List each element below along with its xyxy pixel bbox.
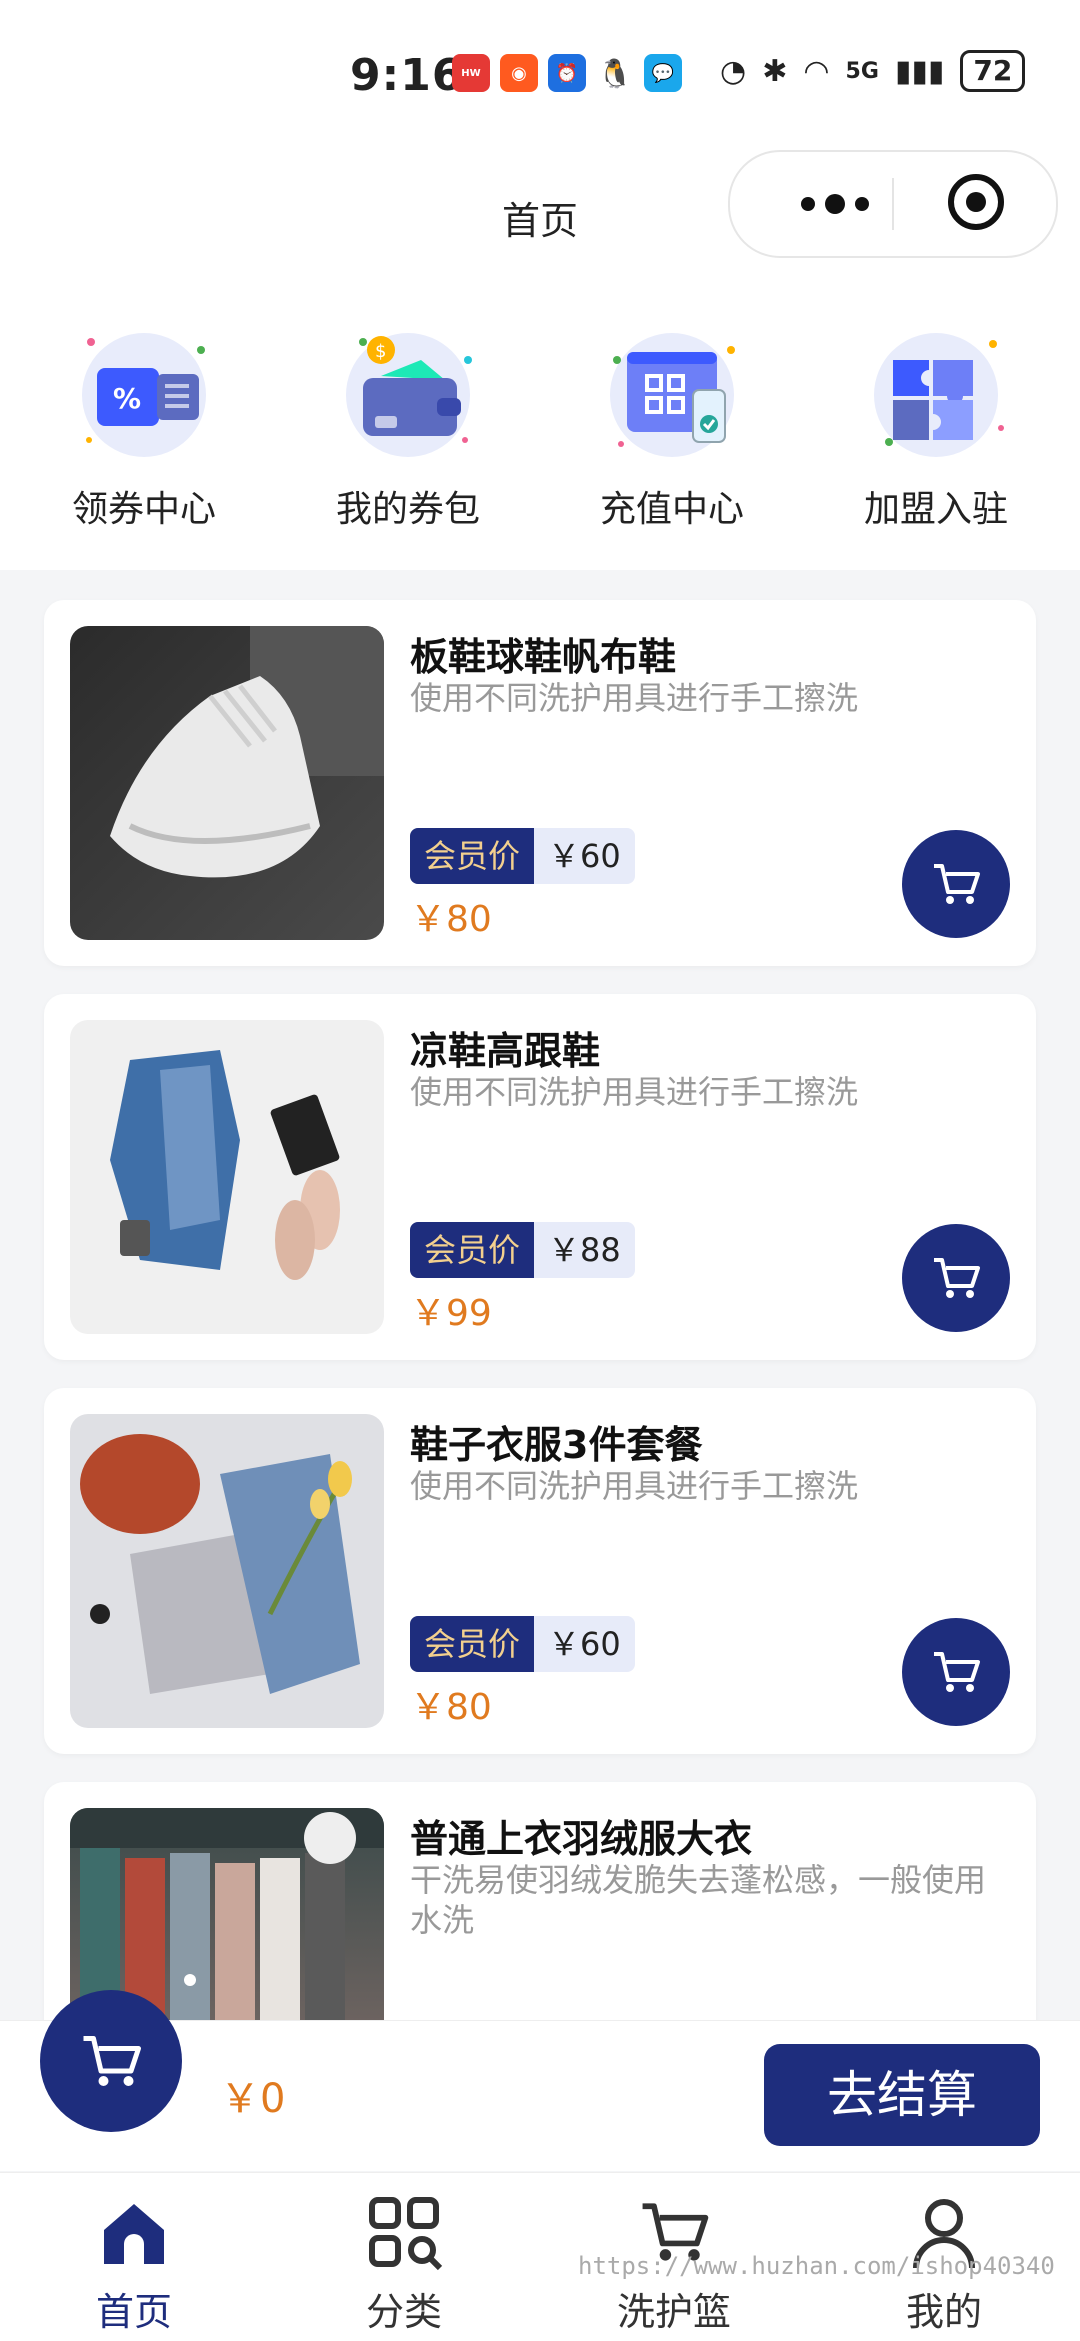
checkout-button[interactable]: 去结算 xyxy=(764,2044,1040,2146)
svg-text:%: % xyxy=(113,382,141,415)
network-label: 5G xyxy=(845,58,879,84)
system-indicators: ◔ ✱ ◠ 5G ▮▮▮ 72 xyxy=(720,50,1026,92)
product-card[interactable]: 板鞋球鞋帆布鞋 使用不同洗护用具进行手工擦洗 会员价 ￥60 ￥80 xyxy=(44,600,1036,966)
cart-icon xyxy=(934,1258,980,1298)
coupon-icon: % xyxy=(69,320,219,470)
add-to-cart-button[interactable] xyxy=(902,1224,1010,1332)
qq-icon: 🐧 xyxy=(596,54,634,92)
vip-price: ￥88 xyxy=(534,1222,635,1278)
cart-icon xyxy=(934,864,980,904)
tab-label: 洗护篮 xyxy=(616,2290,731,2334)
tab-label: 分类 xyxy=(365,2290,442,2334)
tab-category[interactable]: 分类 xyxy=(304,2187,504,2336)
quick-menu-label: 我的券包 xyxy=(335,489,480,530)
huawei-store-icon: HW xyxy=(452,54,490,92)
quick-menu-item-my-coupons[interactable]: $ 我的券包 xyxy=(308,320,508,532)
message-icon: 💬 xyxy=(644,54,682,92)
battery-indicator: 72 xyxy=(960,50,1026,92)
recharge-icon xyxy=(597,320,747,470)
product-price: ￥80 xyxy=(410,899,492,940)
tab-label: 首页 xyxy=(95,2290,172,2334)
quick-menu: % 领券中心 $ 我的券包 充值中心 加盟入驻 xyxy=(0,280,1080,570)
bluetooth-icon: ✱ xyxy=(762,53,788,89)
vip-price: ￥60 xyxy=(534,1616,635,1672)
tab-home[interactable]: 首页 xyxy=(34,2187,234,2336)
nav-header: 首页 xyxy=(0,140,1080,280)
wifi-icon: ◠ xyxy=(803,53,830,89)
close-miniprogram-icon[interactable] xyxy=(948,174,1004,230)
kuaishou-icon: ◉ xyxy=(500,54,538,92)
status-time: 9:16 xyxy=(350,50,464,101)
signal-icon: ▮▮▮ xyxy=(894,53,945,89)
product-description: 使用不同洗护用具进行手工擦洗 xyxy=(410,1467,859,1505)
vip-price-badge: 会员价 ￥88 xyxy=(410,1222,635,1278)
svg-text:$: $ xyxy=(375,341,386,362)
miniprogram-capsule xyxy=(728,150,1058,258)
quick-menu-item-recharge-center[interactable]: 充值中心 xyxy=(572,320,772,532)
product-name: 普通上衣羽绒服大衣 xyxy=(410,1817,753,1861)
cart-total: ￥0 xyxy=(220,2076,286,2122)
watermark-text: https://www.huzhan.com/ishop40340 xyxy=(578,2252,1055,2280)
product-image xyxy=(70,1414,384,1728)
speedometer-icon: ◔ xyxy=(720,53,747,89)
vip-tag: 会员价 xyxy=(410,828,535,884)
vip-tag: 会员价 xyxy=(410,1222,535,1278)
product-name: 凉鞋高跟鞋 xyxy=(410,1029,601,1073)
puzzle-icon xyxy=(861,320,1011,470)
vip-price: ￥60 xyxy=(534,828,635,884)
cart-icon xyxy=(83,2036,141,2086)
quick-menu-label: 加盟入驻 xyxy=(863,489,1008,530)
vip-price-badge: 会员价 ￥60 xyxy=(410,828,635,884)
tab-label: 我的 xyxy=(905,2290,982,2334)
vip-tag: 会员价 xyxy=(410,1616,535,1672)
quick-menu-label: 领券中心 xyxy=(71,489,216,530)
home-icon xyxy=(34,2187,234,2277)
product-name: 鞋子衣服3件套餐 xyxy=(410,1423,703,1467)
product-name: 板鞋球鞋帆布鞋 xyxy=(410,635,677,679)
vip-price-badge: 会员价 ￥60 xyxy=(410,1616,635,1672)
status-app-icons: HW ◉ ⏰ 🐧 💬 xyxy=(452,54,682,92)
quick-menu-item-coupon-center[interactable]: % 领券中心 xyxy=(44,320,244,532)
cart-icon xyxy=(934,1652,980,1692)
quick-menu-label: 充值中心 xyxy=(599,489,744,530)
product-price: ￥80 xyxy=(410,1687,492,1728)
status-bar: 9:16 HW ◉ ⏰ 🐧 💬 ◔ ✱ ◠ 5G ▮▮▮ 72 xyxy=(0,0,1080,140)
category-icon xyxy=(304,2187,504,2277)
product-price: ￥99 xyxy=(410,1293,492,1334)
add-to-cart-button[interactable] xyxy=(902,830,1010,938)
capsule-divider xyxy=(892,178,894,230)
basket-button[interactable] xyxy=(40,1990,182,2132)
product-image xyxy=(70,1020,384,1334)
product-card[interactable]: 凉鞋高跟鞋 使用不同洗护用具进行手工擦洗 会员价 ￥88 ￥99 xyxy=(44,994,1036,1360)
wallet-icon: $ xyxy=(333,320,483,470)
product-description: 使用不同洗护用具进行手工擦洗 xyxy=(410,679,859,717)
more-options-icon[interactable] xyxy=(780,182,890,226)
alarm-icon: ⏰ xyxy=(548,54,586,92)
product-card[interactable]: 鞋子衣服3件套餐 使用不同洗护用具进行手工擦洗 会员价 ￥60 ￥80 xyxy=(44,1388,1036,1754)
add-to-cart-button[interactable] xyxy=(902,1618,1010,1726)
product-description: 干洗易使羽绒发脆失去蓬松感，一般使用水洗 xyxy=(410,1861,987,1939)
product-image xyxy=(70,626,384,940)
product-description: 使用不同洗护用具进行手工擦洗 xyxy=(410,1073,859,1111)
quick-menu-item-franchise[interactable]: 加盟入驻 xyxy=(836,320,1036,532)
